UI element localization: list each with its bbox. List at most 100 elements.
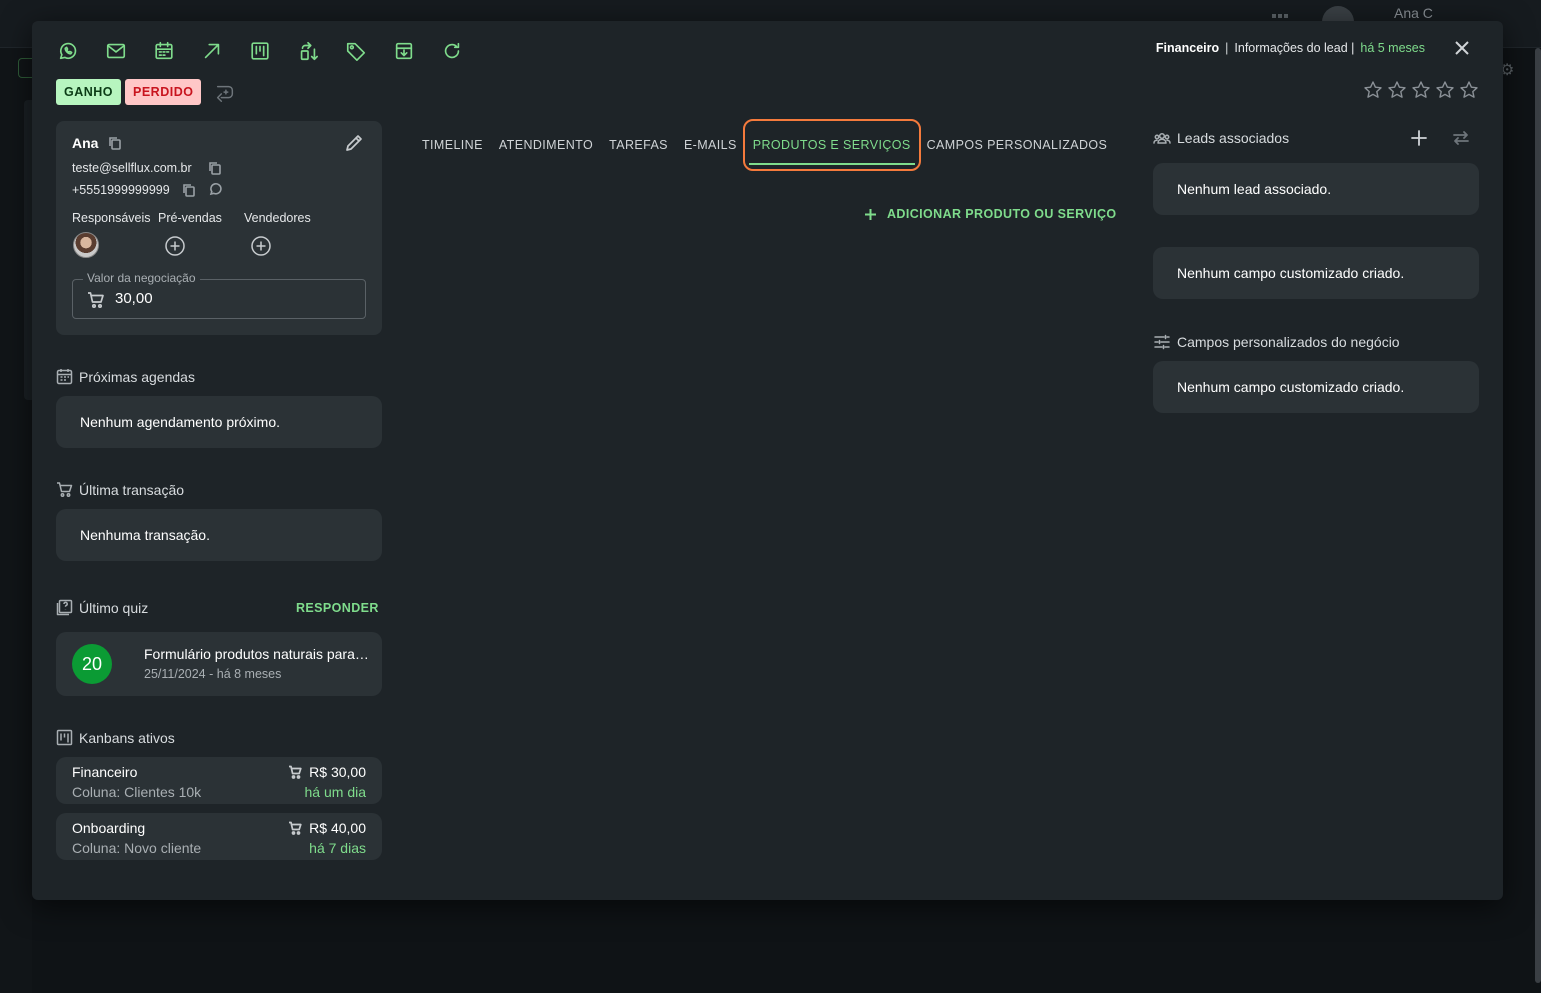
cart-icon (87, 291, 105, 309)
edit-contact-button[interactable] (344, 133, 364, 153)
open-lead-button[interactable] (200, 39, 224, 63)
vendedores-label: Vendedores (244, 211, 311, 225)
business-fields-label: Campos personalizados do negócio (1177, 334, 1400, 350)
rating-star-5[interactable] (1459, 80, 1479, 100)
swap-icon (1453, 131, 1469, 145)
rating-star-4[interactable] (1435, 80, 1455, 100)
quiz-section-title: Último quiz (56, 599, 148, 616)
plus-icon (865, 208, 876, 220)
rating-star-2[interactable] (1387, 80, 1407, 100)
custom-fields-empty: Nenhum campo customizado criado. (1153, 247, 1479, 299)
copy-phone-button[interactable] (182, 183, 196, 197)
archive-button[interactable] (392, 39, 416, 63)
lead-tabs: TIMELINE ATENDIMENTO TAREFAS E-MAILS PRO… (414, 117, 1115, 173)
star-icon (1436, 81, 1454, 98)
whatsapp-button[interactable] (56, 39, 80, 63)
cart-icon (57, 482, 73, 497)
archive-icon (395, 42, 413, 60)
breadcrumb-pipeline[interactable]: Financeiro (1156, 41, 1219, 55)
kanban-name: Financeiro (72, 764, 138, 780)
tab-tarefas[interactable]: TAREFAS (601, 121, 676, 169)
calendar-icon (56, 369, 73, 385)
transaction-section-title: Última transação (56, 481, 184, 498)
whatsapp-icon (59, 42, 77, 60)
background-user-name: Ana C (1394, 5, 1433, 21)
transaction-empty: Nenhuma transação. (56, 509, 382, 561)
transaction-title: Última transação (79, 481, 185, 498)
quiz-card[interactable]: 20 Formulário produtos naturais para ema… (56, 632, 382, 696)
contact-email: teste@sellflux.com.br (72, 161, 192, 175)
kanban-value-text: R$ 40,00 (309, 820, 366, 836)
reopen-button[interactable] (214, 82, 236, 104)
rating-star-3[interactable] (1411, 80, 1431, 100)
associated-leads-empty: Nenhum lead associado. (1153, 163, 1479, 215)
won-badge[interactable]: GANHO (56, 79, 122, 105)
kanbans-title: Kanbans ativos (79, 729, 175, 746)
refresh-icon (444, 42, 460, 59)
add-vendedores-button[interactable] (250, 235, 272, 257)
add-circle-icon (165, 236, 185, 256)
tab-campos-personalizados[interactable]: CAMPOS PERSONALIZADOS (919, 121, 1116, 169)
pre-vendas-label: Pré-vendas (158, 211, 222, 225)
responsible-avatar[interactable] (73, 232, 99, 258)
negotiation-value-input[interactable]: 30,00 (115, 290, 153, 307)
add-product-button[interactable]: ADICIONAR PRODUTO OU SERVIÇO (864, 207, 1117, 221)
business-fields-empty: Nenhum campo customizado criado. (1153, 361, 1479, 413)
lead-toolbar (56, 39, 464, 63)
cart-icon (289, 821, 302, 835)
associated-leads-label: Leads associados (1177, 130, 1290, 146)
rating-stars (1363, 80, 1479, 100)
contact-phone: +5551999999999 (72, 183, 170, 197)
negotiation-value-field[interactable]: Valor da negociação 30,00 (72, 271, 366, 319)
tag-icon (346, 42, 366, 61)
copy-name-button[interactable] (108, 136, 122, 150)
kanban-column: Coluna: Novo cliente (72, 840, 202, 856)
whatsapp-icon (209, 182, 222, 196)
kanban-card[interactable]: Financeiro Coluna: Clientes 10k R$ 30,00… (56, 757, 382, 804)
copy-email-button[interactable] (208, 161, 222, 175)
transfer-button[interactable] (296, 39, 320, 63)
background-panel (24, 100, 32, 400)
schedule-button[interactable] (152, 39, 176, 63)
kanban-value: R$ 30,00 (288, 764, 366, 780)
tab-timeline[interactable]: TIMELINE (414, 121, 491, 169)
kanban-name: Onboarding (72, 820, 146, 836)
add-pre-vendas-button[interactable] (164, 235, 186, 257)
tab-atendimento[interactable]: ATENDIMENTO (491, 121, 601, 169)
tab-produtos-servicos[interactable]: PRODUTOS E SERVIÇOS (742, 119, 921, 171)
swap-leads-button[interactable] (1452, 129, 1472, 149)
pencil-icon (346, 135, 362, 151)
kanban-value-text: R$ 30,00 (309, 764, 366, 780)
associated-leads-title: Leads associados (1153, 129, 1289, 147)
quiz-respond-button[interactable]: RESPONDER (296, 601, 379, 615)
refresh-button[interactable] (440, 39, 464, 63)
reopen-icon (216, 85, 234, 102)
page-scrollbar[interactable] (1535, 48, 1541, 983)
contact-name: Ana (72, 135, 99, 151)
star-icon (1460, 81, 1478, 98)
copy-icon (183, 184, 195, 197)
close-icon (1455, 41, 1469, 55)
add-circle-icon (251, 236, 271, 256)
kanban-card[interactable]: Onboarding Coluna: Novo cliente R$ 40,00… (56, 813, 382, 860)
breadcrumb-separator: | (1225, 41, 1229, 55)
copy-icon (209, 162, 221, 175)
tab-emails[interactable]: E-MAILS (676, 121, 745, 169)
quiz-date: 25/11/2024 - há 8 meses (144, 667, 282, 681)
rating-star-1[interactable] (1363, 80, 1383, 100)
quiz-name: Formulário produtos naturais para emagre… (144, 646, 369, 662)
quiz-score: 20 (72, 644, 112, 684)
phone-whatsapp-button[interactable] (209, 182, 224, 197)
quiz-icon (56, 599, 73, 616)
lost-badge[interactable]: PERDIDO (125, 79, 202, 105)
cart-icon (289, 765, 302, 779)
tag-button[interactable] (344, 39, 368, 63)
kanban-button[interactable] (248, 39, 272, 63)
add-associated-lead-button[interactable] (1410, 129, 1430, 149)
close-button[interactable] (1453, 39, 1473, 59)
email-button[interactable] (104, 39, 128, 63)
copy-icon (109, 137, 121, 150)
background-chip (18, 58, 32, 78)
kanban-icon (251, 42, 269, 60)
star-icon (1364, 81, 1382, 98)
